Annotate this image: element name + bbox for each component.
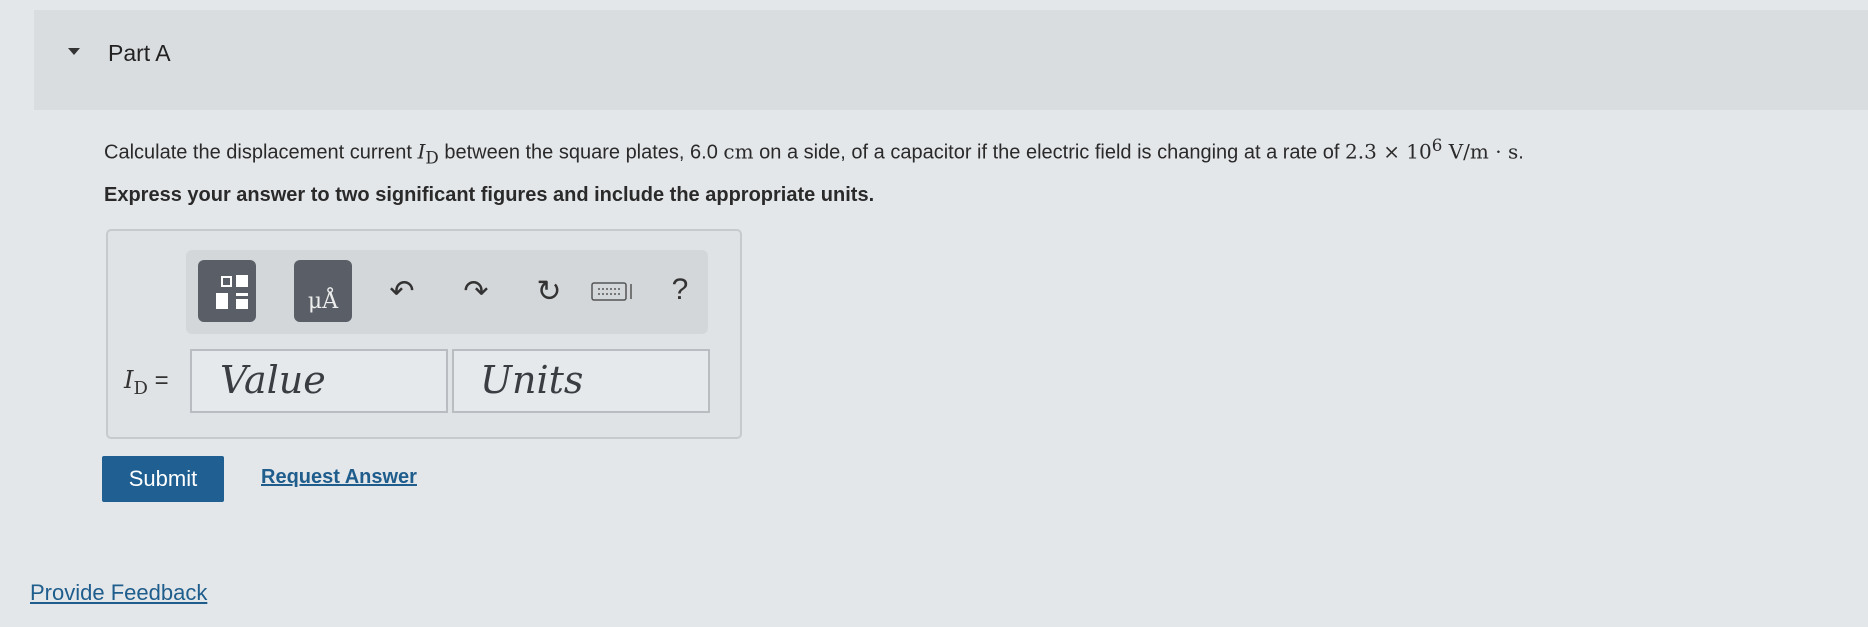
provide-feedback-link[interactable]: Provide Feedback (30, 580, 207, 606)
redo-icon[interactable]: ↷ (456, 268, 496, 314)
keyboard-icon[interactable] (590, 278, 634, 304)
reset-icon[interactable]: ↻ (526, 268, 572, 314)
keyboard-glyph (591, 282, 632, 301)
submit-button[interactable]: Submit (102, 456, 224, 502)
request-answer-link[interactable]: Request Answer (261, 466, 417, 489)
units-input[interactable]: Units (452, 349, 710, 413)
undo-icon[interactable]: ↶ (382, 268, 422, 314)
templates-button[interactable] (198, 260, 256, 322)
value-input[interactable]: Value (190, 349, 448, 413)
math-toolbar: μÅ ↶ ↷ ↻ ? (186, 250, 708, 334)
answer-label: ID = (124, 366, 169, 399)
part-header (34, 10, 1868, 110)
templates-icon (216, 275, 248, 309)
units-icon: μÅ (307, 289, 339, 314)
question-text: Calculate the displacement current ID be… (104, 136, 1524, 168)
help-icon[interactable]: ? (662, 266, 698, 314)
instruction-text: Express your answer to two significant f… (104, 184, 875, 206)
part-title: Part A (108, 40, 171, 66)
collapse-caret-icon[interactable] (68, 48, 80, 55)
units-button[interactable]: μÅ (294, 260, 352, 322)
